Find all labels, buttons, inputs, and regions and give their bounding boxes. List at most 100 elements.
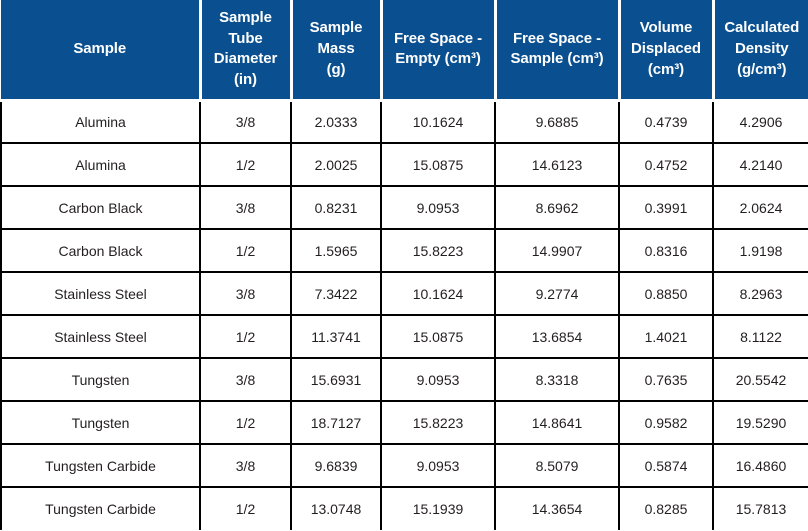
cell-free-space-sample: 8.3318 <box>495 358 620 402</box>
cell-tube-diameter: 3/8 <box>200 358 292 402</box>
cell-volume-displaced: 0.3991 <box>619 186 714 230</box>
cell-tube-diameter: 1/2 <box>200 315 292 359</box>
cell-calculated-density: 2.0624 <box>713 186 808 230</box>
cell-free-space-empty: 15.0875 <box>381 315 496 359</box>
cell-free-space-empty: 10.1624 <box>381 99 496 144</box>
cell-free-space-empty: 15.8223 <box>381 229 496 273</box>
table-body: Alumina 3/8 2.0333 10.1624 9.6885 0.4739 4.290… <box>0 99 808 530</box>
header-line: (cm³) <box>647 60 685 78</box>
cell-free-space-sample: 14.3654 <box>495 487 620 530</box>
table-row: Tungsten 3/8 15.6931 9.0953 8.3318 0.7635 20.5… <box>0 358 808 402</box>
header-line: (g/cm³) <box>737 60 787 78</box>
table-row: Stainless Steel 1/2 11.3741 15.0875 13.6854 1… <box>0 315 808 359</box>
cell-free-space-empty: 9.0953 <box>381 358 496 402</box>
header-line: Displaced <box>631 39 701 57</box>
header-line: (g) <box>326 60 346 78</box>
cell-sample-mass: 15.6931 <box>291 358 382 402</box>
table-row: Alumina 1/2 2.0025 15.0875 14.6123 0.4752 4.21… <box>0 143 808 187</box>
cell-volume-displaced: 0.4739 <box>619 99 714 144</box>
cell-free-space-empty: 10.1624 <box>381 272 496 316</box>
column-header-sample-mass: Sample Mass (g) <box>291 0 383 102</box>
column-header-volume-displaced: Volume Displaced (cm³) <box>619 0 715 102</box>
cell-tube-diameter: 1/2 <box>200 487 292 530</box>
cell-calculated-density: 4.2906 <box>713 99 808 144</box>
cell-sample-mass: 1.5965 <box>291 229 382 273</box>
cell-free-space-sample: 9.6885 <box>495 99 620 144</box>
cell-calculated-density: 20.5542 <box>713 358 808 402</box>
header-line: Volume <box>639 19 693 37</box>
sample-density-table: Sample Sample Tube Diameter (in) Sample … <box>0 0 808 530</box>
column-header-sample: Sample <box>1 0 202 102</box>
table-row: Stainless Steel 3/8 7.3422 10.1624 9.2774 0.8… <box>0 272 808 316</box>
cell-free-space-empty: 9.0953 <box>381 186 496 230</box>
cell-volume-displaced: 1.4021 <box>619 315 714 359</box>
cell-calculated-density: 15.7813 <box>713 487 808 530</box>
cell-calculated-density: 1.9198 <box>713 229 808 273</box>
cell-sample: Tungsten Carbide <box>0 444 201 488</box>
cell-calculated-density: 4.2140 <box>713 143 808 187</box>
table-row: Carbon Black 3/8 0.8231 9.0953 8.6962 0.3991 2… <box>0 186 808 230</box>
header-line: Free Space - <box>393 29 482 47</box>
cell-sample: Stainless Steel <box>0 272 201 316</box>
cell-free-space-empty: 15.8223 <box>381 401 496 445</box>
column-header-sample-tube-diameter: Sample Tube Diameter (in) <box>200 0 293 102</box>
header-line: Sample <box>73 39 127 57</box>
cell-tube-diameter: 1/2 <box>200 229 292 273</box>
cell-sample-mass: 13.0748 <box>291 487 382 530</box>
cell-calculated-density: 8.1122 <box>713 315 808 359</box>
header-line: Free Space - <box>512 29 601 47</box>
header-line: Sample (cm³) <box>510 50 604 68</box>
cell-volume-displaced: 0.8316 <box>619 229 714 273</box>
cell-free-space-sample: 13.6854 <box>495 315 620 359</box>
cell-sample-mass: 11.3741 <box>291 315 382 359</box>
cell-tube-diameter: 3/8 <box>200 444 292 488</box>
table-row: Tungsten 1/2 18.7127 15.8223 14.8641 0.9582 19… <box>0 401 808 445</box>
header-line: Calculated <box>724 19 800 37</box>
cell-sample-mass: 18.7127 <box>291 401 382 445</box>
cell-sample-mass: 0.8231 <box>291 186 382 230</box>
column-header-free-space-empty: Free Space - Empty (cm³) <box>381 0 497 102</box>
cell-volume-displaced: 0.9582 <box>619 401 714 445</box>
cell-sample: Carbon Black <box>0 186 201 230</box>
cell-volume-displaced: 0.4752 <box>619 143 714 187</box>
cell-volume-displaced: 0.8285 <box>619 487 714 530</box>
cell-sample-mass: 9.6839 <box>291 444 382 488</box>
table-row: Carbon Black 1/2 1.5965 15.8223 14.9907 0.831… <box>0 229 808 273</box>
cell-free-space-sample: 8.6962 <box>495 186 620 230</box>
cell-sample: Alumina <box>0 143 201 187</box>
cell-sample: Stainless Steel <box>0 315 201 359</box>
header-line: Density <box>735 39 789 57</box>
cell-free-space-sample: 9.2774 <box>495 272 620 316</box>
cell-free-space-sample: 8.5079 <box>495 444 620 488</box>
cell-sample-mass: 2.0025 <box>291 143 382 187</box>
cell-calculated-density: 8.2963 <box>713 272 808 316</box>
cell-sample: Tungsten <box>0 358 201 402</box>
cell-volume-displaced: 0.8850 <box>619 272 714 316</box>
cell-free-space-empty: 15.0875 <box>381 143 496 187</box>
cell-free-space-empty: 9.0953 <box>381 444 496 488</box>
cell-free-space-sample: 14.9907 <box>495 229 620 273</box>
cell-sample: Tungsten <box>0 401 201 445</box>
density-table-container: Sample Sample Tube Diameter (in) Sample … <box>0 0 808 531</box>
header-row: Sample Sample Tube Diameter (in) Sample … <box>1 0 808 102</box>
header-line: Empty (cm³) <box>395 50 481 68</box>
cell-tube-diameter: 3/8 <box>200 186 292 230</box>
cell-sample-mass: 7.3422 <box>291 272 382 316</box>
cell-tube-diameter: 1/2 <box>200 401 292 445</box>
cell-calculated-density: 19.5290 <box>713 401 808 445</box>
column-header-free-space-sample: Free Space - Sample (cm³) <box>495 0 621 102</box>
cell-sample: Carbon Black <box>0 229 201 273</box>
cell-free-space-empty: 15.1939 <box>381 487 496 530</box>
header-line: Diameter <box>213 50 278 68</box>
cell-free-space-sample: 14.6123 <box>495 143 620 187</box>
header-line: (in) <box>234 70 257 88</box>
cell-volume-displaced: 0.7635 <box>619 358 714 402</box>
cell-sample-mass: 2.0333 <box>291 99 382 144</box>
header-line: Sample <box>309 19 363 37</box>
cell-tube-diameter: 1/2 <box>200 143 292 187</box>
cell-tube-diameter: 3/8 <box>200 99 292 144</box>
table-header: Sample Sample Tube Diameter (in) Sample … <box>1 0 808 102</box>
header-line: Tube <box>228 29 263 47</box>
table-row: Tungsten Carbide 3/8 9.6839 9.0953 8.5079 0.5… <box>0 444 808 488</box>
table-row: Alumina 3/8 2.0333 10.1624 9.6885 0.4739 4.290… <box>0 99 808 144</box>
